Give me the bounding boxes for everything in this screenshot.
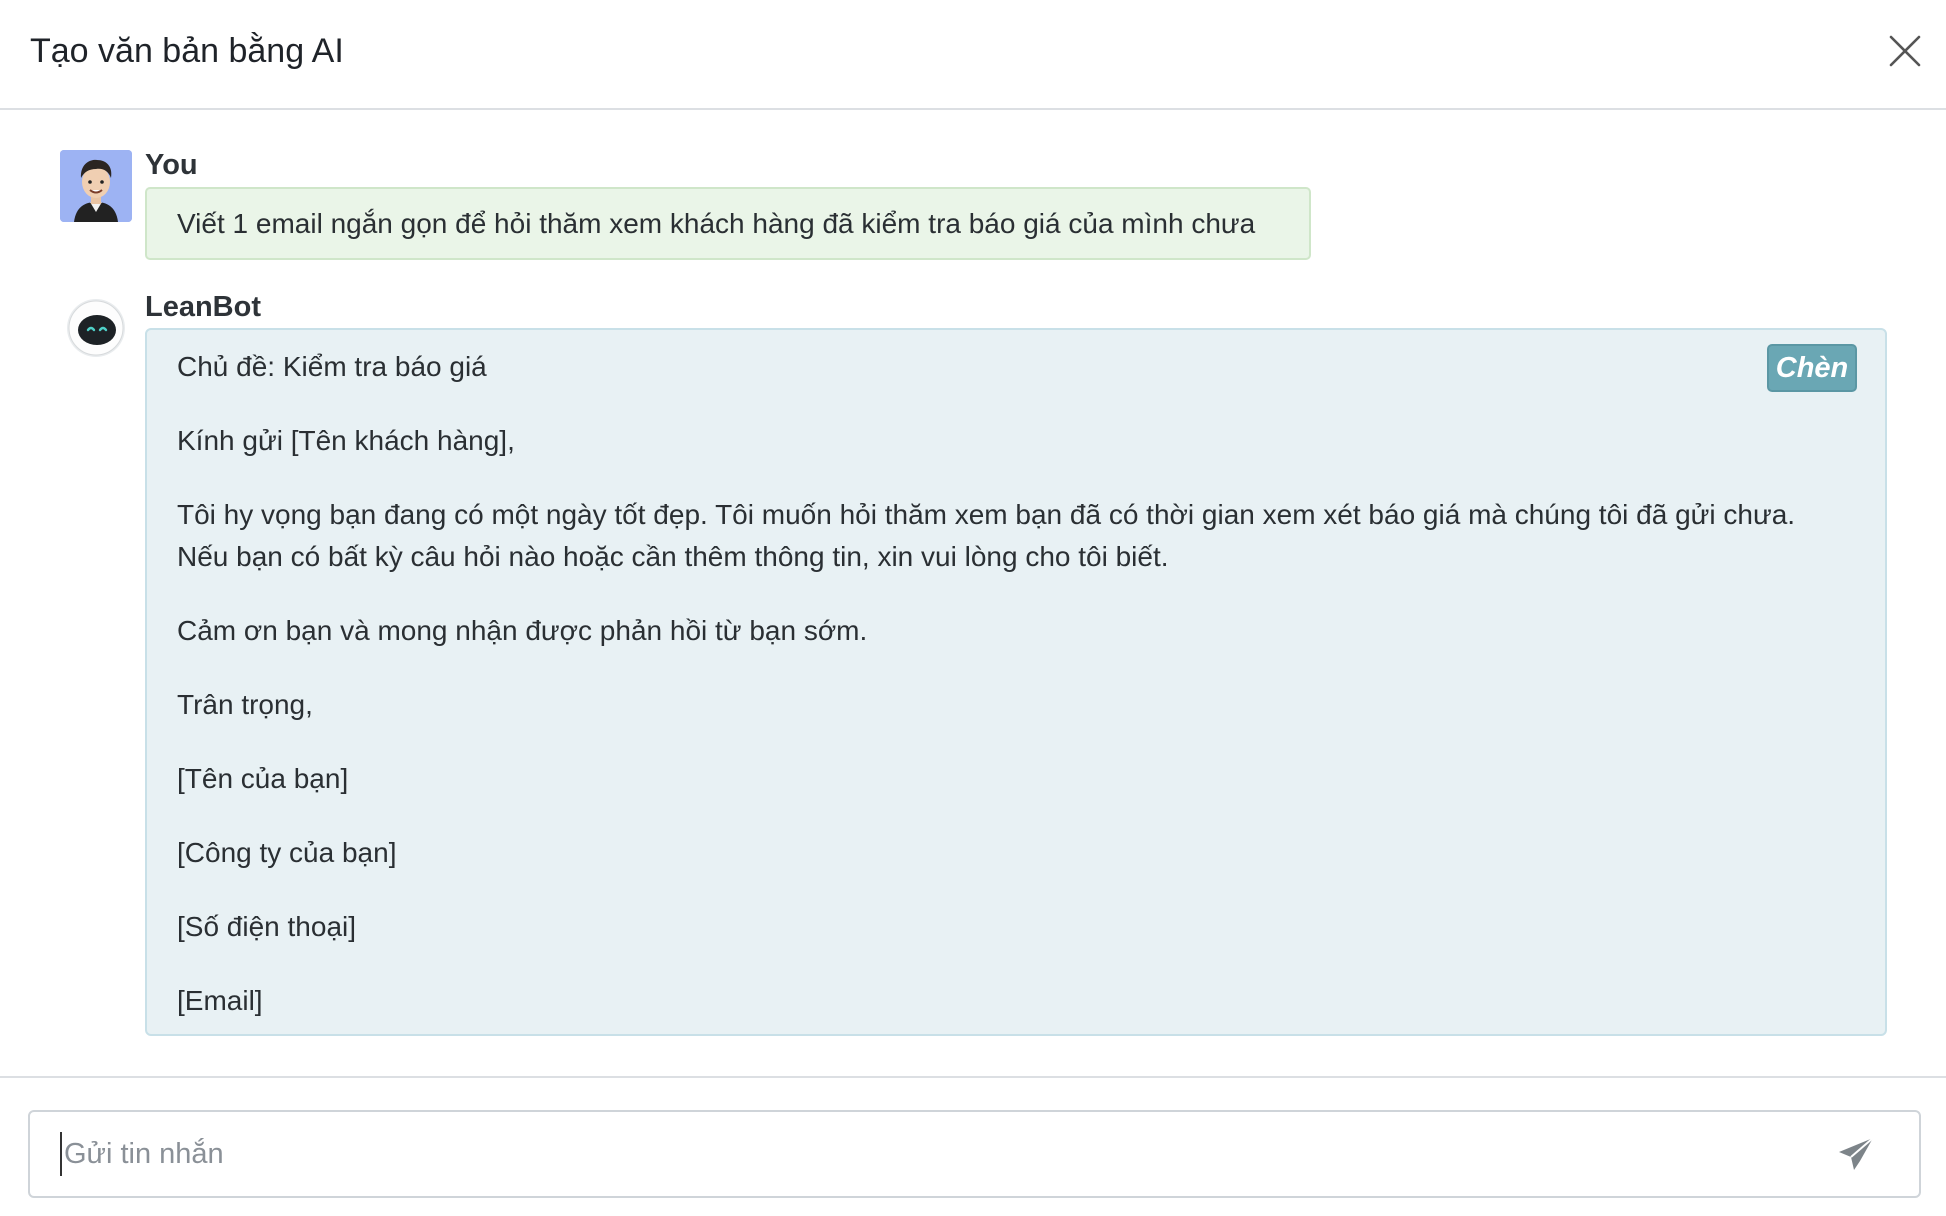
send-button[interactable] [1836, 1134, 1876, 1174]
close-button[interactable] [1888, 34, 1922, 68]
bot-avatar-icon [66, 298, 126, 358]
email-signoff-line: Trân trọng, [177, 689, 313, 720]
close-icon [1889, 35, 1921, 67]
composer-divider [0, 1076, 1946, 1078]
email-closing-line: Cảm ơn bạn và mong nhận được phản hồi từ… [177, 615, 868, 646]
email-subject-line: Chủ đề: Kiểm tra báo giá [177, 351, 487, 382]
email-signature-phone: [Số điện thoại] [177, 911, 357, 942]
user-message-bubble: Viết 1 email ngắn gọn để hỏi thăm xem kh… [145, 187, 1311, 260]
send-icon [1839, 1137, 1874, 1170]
email-body-line: Nếu bạn có bất kỳ câu hỏi nào hoặc cần t… [177, 541, 1169, 572]
modal-header: Tạo văn bản bằng AI [0, 0, 1946, 110]
email-signature-company: [Công ty của bạn] [177, 837, 397, 868]
insert-button[interactable]: Chèn [1767, 344, 1857, 392]
email-greeting-line: Kính gửi [Tên khách hàng], [177, 425, 515, 456]
user-avatar-icon [60, 150, 132, 222]
email-signature-email: [Email] [177, 985, 263, 1016]
message-composer [28, 1110, 1921, 1198]
bot-message-bubble: Chủ đề: Kiểm tra báo giá Kính gửi [Tên k… [145, 328, 1887, 1036]
user-sender-name: You [145, 149, 198, 181]
message-input[interactable] [60, 1132, 1820, 1176]
bot-sender-name: LeanBot [145, 291, 261, 323]
modal-title: Tạo văn bản bằng AI [30, 32, 344, 70]
chat-thread: You Viết 1 email ngắn gọn để hỏi thăm xe… [0, 112, 1946, 1077]
email-body-line: Tôi hy vọng bạn đang có một ngày tốt đẹp… [177, 499, 1796, 530]
email-signature-name: [Tên của bạn] [177, 763, 349, 794]
